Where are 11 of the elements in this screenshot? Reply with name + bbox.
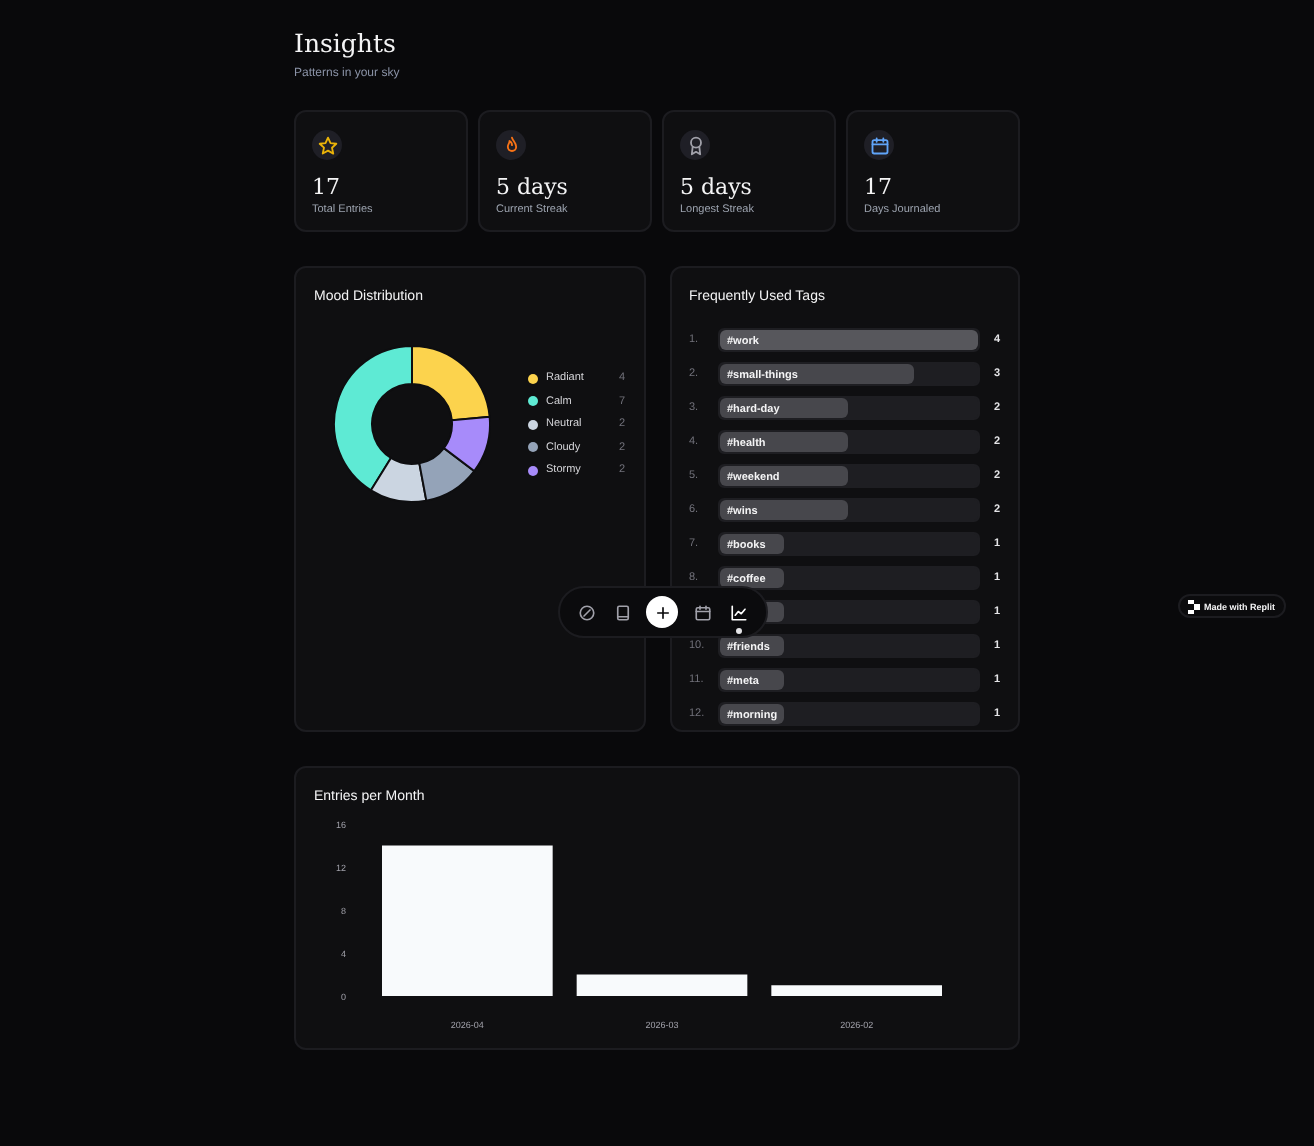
star-icon [312, 130, 342, 160]
calendar-icon [864, 130, 894, 160]
stat-value: 5 days [680, 174, 754, 200]
stat-value: 17 [312, 174, 342, 200]
stat-value: 5 days [496, 174, 570, 200]
flame-icon [496, 130, 526, 160]
award-icon [680, 130, 710, 160]
donut-slice [418, 447, 476, 502]
stat-value: 17 [864, 174, 894, 200]
plus-icon[interactable] [646, 596, 679, 628]
page-title: Insights [294, 28, 398, 58]
